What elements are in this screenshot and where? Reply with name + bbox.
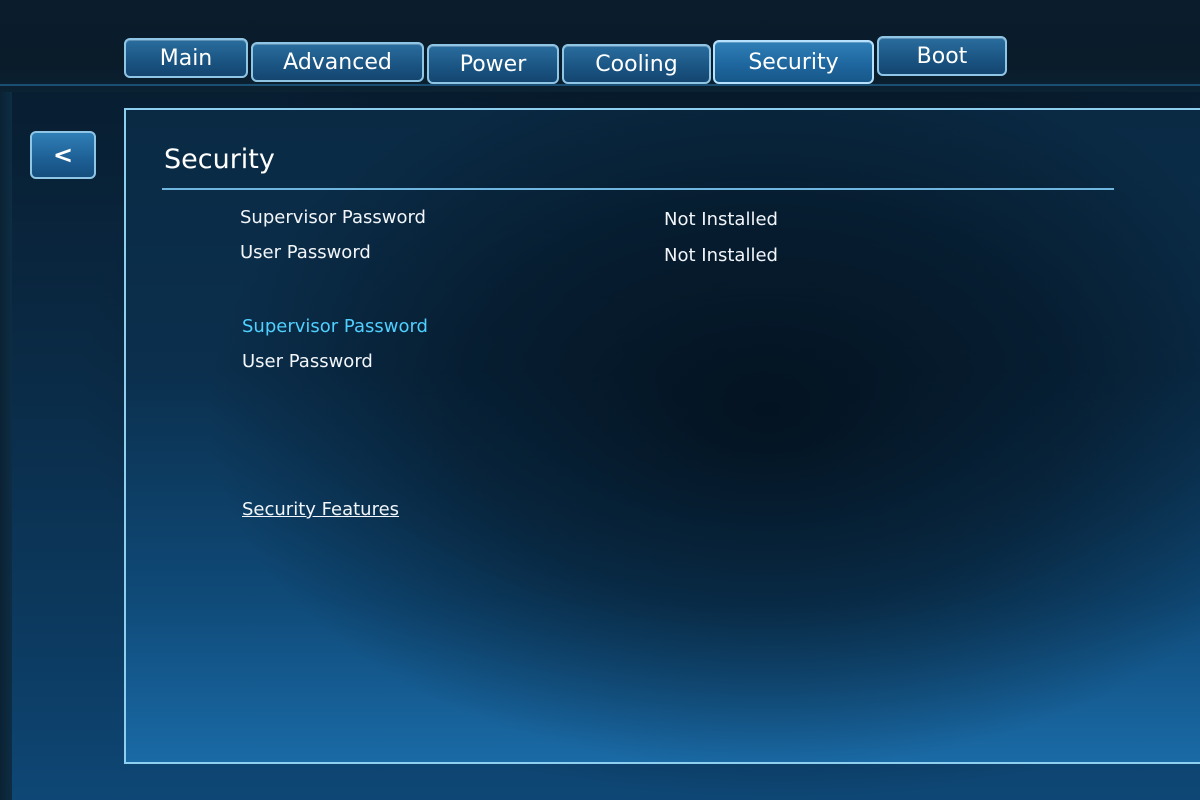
supervisor-password-status-label: Supervisor Password [240, 207, 426, 228]
set-supervisor-password-item[interactable]: Supervisor Password [242, 316, 428, 337]
user-password-status-label: User Password [240, 242, 371, 263]
tab-main[interactable]: Main [124, 38, 248, 78]
back-button[interactable]: < [30, 131, 96, 179]
set-user-password-item[interactable]: User Password [242, 351, 373, 372]
supervisor-password-status-value: Not Installed [664, 209, 778, 230]
security-features-link[interactable]: Security Features [242, 499, 399, 520]
title-divider [162, 188, 1114, 190]
tab-power[interactable]: Power [427, 44, 559, 84]
page-title: Security [164, 144, 275, 175]
tab-advanced[interactable]: Advanced [251, 42, 424, 82]
tab-security[interactable]: Security [713, 40, 874, 84]
tab-bar: Main Advanced Power Cooling Security Boo… [0, 0, 1200, 92]
tab-bar-divider [0, 84, 1200, 86]
security-panel: Security Supervisor Password Not Install… [124, 108, 1200, 764]
tab-cooling[interactable]: Cooling [562, 44, 711, 84]
tab-boot[interactable]: Boot [877, 36, 1007, 76]
bios-screen: Main Advanced Power Cooling Security Boo… [0, 0, 1200, 800]
screen-edge [0, 0, 12, 800]
user-password-status-value: Not Installed [664, 245, 778, 266]
